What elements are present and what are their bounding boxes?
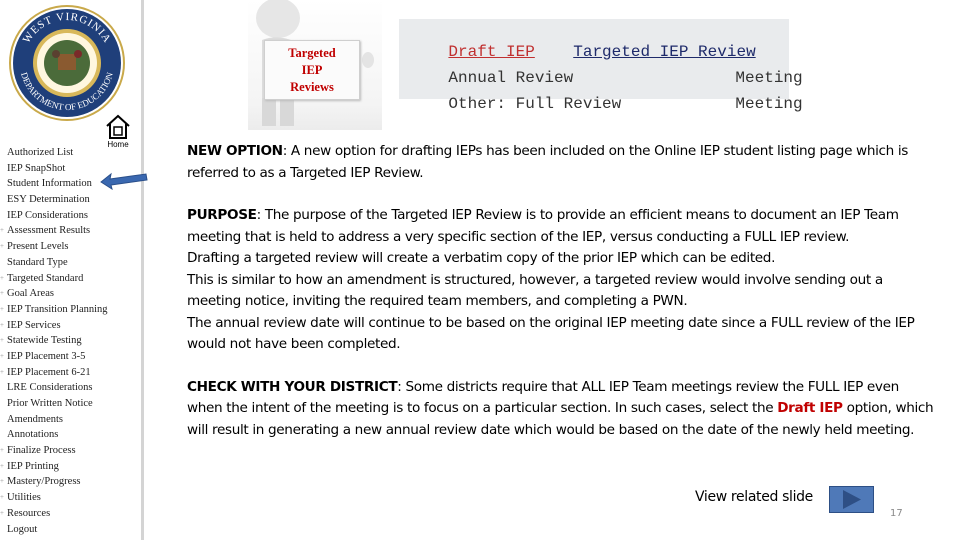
sidebar-item-label: Student Information (7, 178, 92, 190)
iep-listing-options-screenshot: Draft IEP Targeted IEP Review Annual Rev… (399, 19, 803, 113)
pointer-arrow-icon (100, 172, 148, 190)
sign-board: Targeted IEP Reviews (264, 40, 360, 100)
sidebar-item-utilities[interactable]: + Utilities (0, 490, 141, 506)
sidebar-item-mastery-progress[interactable]: + Mastery/Progress (0, 474, 141, 490)
expand-icon[interactable]: + (0, 490, 4, 506)
sidebar-item-assessment-results[interactable]: + Assessment Results (0, 223, 141, 239)
sidebar-item-annotations[interactable]: Annotations (0, 427, 141, 443)
sidebar-item-label: Finalize Process (7, 445, 76, 457)
sidebar-item-authorized-list[interactable]: Authorized List (0, 145, 141, 161)
sidebar-item-label: IEP Placement 6-21 (7, 366, 91, 378)
other-full-review-label: Other: Full Review (448, 95, 622, 113)
purpose-text: : The purpose of the Targeted IEP Review… (187, 207, 899, 245)
sidebar-item-targeted-standard[interactable]: + Targeted Standard (0, 271, 141, 287)
check-district-label: CHECK WITH YOUR DISTRICT (187, 378, 398, 395)
sidebar-item-iep-printing[interactable]: + IEP Printing (0, 459, 141, 475)
sidebar-item-label: IEP Printing (7, 460, 59, 472)
sidebar-nav: Authorized List IEP SnapShot Student Infor… (0, 145, 141, 537)
sidebar-item-lre-considerations[interactable]: LRE Considerations (0, 380, 141, 396)
play-icon (843, 490, 861, 509)
new-option-paragraph: NEW OPTION: A new option for drafting IE… (187, 141, 937, 184)
home-icon (106, 114, 130, 139)
sidebar-item-iep-services[interactable]: + IEP Services (0, 318, 141, 334)
expand-icon[interactable]: + (0, 459, 4, 475)
sidebar-item-label: LRE Considerations (7, 382, 93, 394)
sidebar-item-finalize-process[interactable]: + Finalize Process (0, 443, 141, 459)
sidebar-item-label: Logout (7, 523, 38, 535)
sidebar-item-label: Authorized List (7, 147, 74, 158)
meeting-label: Meeting (735, 95, 803, 113)
sidebar-item-label: IEP Placement 3-5 (7, 350, 86, 362)
new-option-text: : A new option for drafting IEPs has bee… (187, 143, 909, 181)
purpose-line: The annual review date will continue to … (187, 314, 915, 353)
purpose-label: PURPOSE (187, 207, 257, 223)
sidebar-item-resources[interactable]: + Resources (0, 506, 141, 522)
expand-icon[interactable]: + (0, 349, 4, 365)
sidebar-item-label: IEP Transition Planning (7, 303, 108, 315)
sidebar-item-amendments[interactable]: Amendments (0, 412, 141, 428)
sidebar-item-label: Utilities (7, 492, 41, 504)
sidebar-item-label: Statewide Testing (7, 335, 82, 347)
view-related-slide-label: View related slide (695, 489, 813, 505)
purpose-line: This is similar to how an amendment is s… (187, 271, 883, 310)
expand-icon[interactable]: + (0, 443, 4, 459)
purpose-line: Drafting a targeted review will create a… (187, 250, 776, 266)
expand-icon[interactable]: + (0, 286, 4, 302)
sidebar-item-label: Targeted Standard (7, 272, 84, 284)
sidebar-item-label: Mastery/Progress (7, 476, 81, 488)
sidebar-item-statewide-testing[interactable]: + Statewide Testing (0, 333, 141, 349)
sidebar-item-label: Standard Type (7, 256, 68, 268)
expand-icon[interactable]: + (0, 333, 4, 349)
sidebar-item-iep-considerations[interactable]: IEP Considerations (0, 208, 141, 224)
sign-line: Targeted (288, 46, 336, 60)
sidebar-item-logout[interactable]: Logout (0, 522, 141, 538)
sidebar-item-prior-written-notice[interactable]: Prior Written Notice (0, 396, 141, 412)
sidebar-item-goal-areas[interactable]: + Goal Areas (0, 286, 141, 302)
page-number: 17 (890, 508, 903, 519)
sidebar-item-label: IEP Considerations (7, 209, 88, 221)
purpose-paragraph: PURPOSE: The purpose of the Targeted IEP… (187, 205, 937, 248)
sidebar-item-label: IEP Services (7, 319, 61, 331)
sidebar-item-label: Prior Written Notice (7, 398, 93, 409)
expand-icon[interactable]: + (0, 271, 4, 287)
new-option-label: NEW OPTION (187, 143, 283, 159)
sidebar-item-esy-determination[interactable]: ESY Determination (0, 192, 141, 208)
sidebar-item-label: Annotations (7, 429, 59, 441)
sidebar-item-label: IEP SnapShot (7, 162, 66, 174)
expand-icon[interactable]: + (0, 302, 4, 318)
sidebar-item-iep-placement-6-21[interactable]: + IEP Placement 6-21 (0, 365, 141, 381)
sidebar-item-label: Resources (7, 507, 51, 519)
check-district-paragraph: CHECK WITH YOUR DISTRICT: Some districts… (187, 377, 937, 442)
sidebar-item-standard-type[interactable]: Standard Type (0, 255, 141, 271)
sidebar-item-label: Present Levels (7, 241, 69, 253)
expand-icon[interactable]: + (0, 239, 4, 255)
sidebar-divider (141, 0, 144, 540)
view-related-slide-button[interactable] (829, 486, 874, 513)
sidebar-item-iep-transition-planning[interactable]: + IEP Transition Planning (0, 302, 141, 318)
sidebar-item-label: Assessment Results (7, 225, 91, 237)
expand-icon[interactable]: + (0, 474, 4, 490)
expand-icon[interactable]: + (0, 506, 4, 522)
sidebar-item-label: Amendments (7, 413, 63, 425)
wv-department-of-education-seal: WEST VIRGINIA DEPARTMENT OF EDUCATION (9, 5, 125, 121)
expand-icon[interactable]: + (0, 318, 4, 334)
sidebar-item-iep-placement-3-5[interactable]: + IEP Placement 3-5 (0, 349, 141, 365)
targeted-iep-reviews-figure: Targeted IEP Reviews (248, 0, 382, 130)
sidebar: WEST VIRGINIA DEPARTMENT OF EDUCATION Ho… (0, 0, 141, 540)
sidebar-item-present-levels[interactable]: + Present Levels (0, 239, 141, 255)
slide-body: NEW OPTION: A new option for drafting IE… (187, 141, 937, 441)
expand-icon[interactable]: + (0, 365, 4, 381)
sidebar-item-label: ESY Determination (7, 194, 90, 206)
sign-line: Reviews (290, 80, 334, 94)
sidebar-item-label: Goal Areas (7, 288, 54, 300)
sign-line: IEP (301, 63, 323, 77)
expand-icon[interactable]: + (0, 223, 4, 239)
draft-iep-highlight: Draft IEP (777, 400, 843, 416)
